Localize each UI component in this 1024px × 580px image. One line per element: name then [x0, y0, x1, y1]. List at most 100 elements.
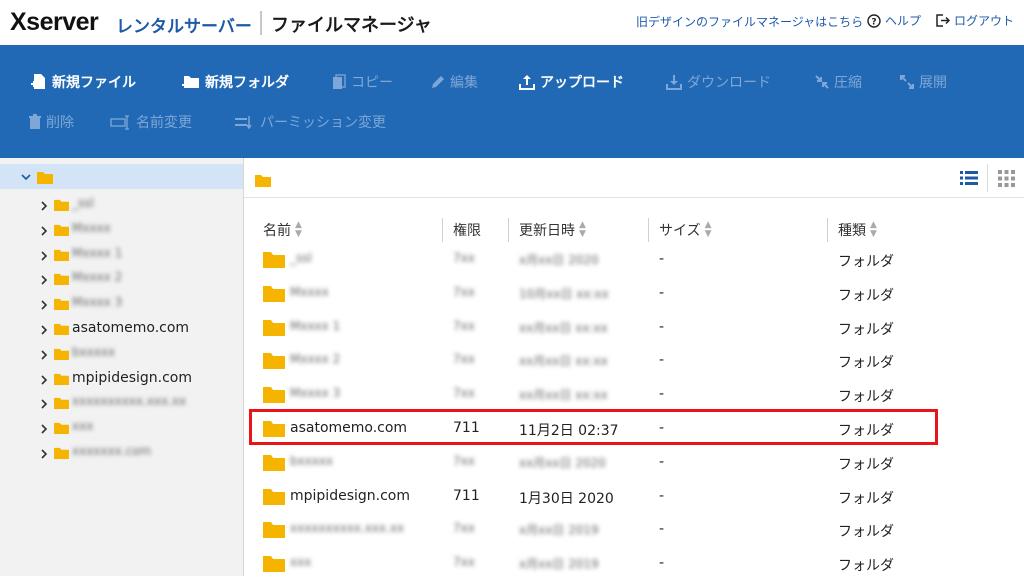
permission-button[interactable]: パーミッション変更	[234, 112, 386, 132]
table-row[interactable]: mpipidesign.com 711 1月30日 2020 - フォルダ	[244, 480, 1024, 513]
tree-item[interactable]: xxx	[0, 416, 243, 441]
sort-icon: ▲ ▼	[295, 220, 302, 239]
file-name[interactable]: Mxxxx 2	[290, 352, 340, 366]
chevron-right-icon[interactable]	[38, 374, 50, 386]
table-header: 名前 ▲ ▼ 権限 更新日時 ▲ ▼ サイズ ▲ ▼ 種類 ▲ ▼	[244, 218, 1024, 242]
tree-item[interactable]: _ssl	[0, 193, 243, 218]
tree-item[interactable]: bxxxxx	[0, 342, 243, 367]
col-perm-header[interactable]: 権限	[453, 220, 481, 240]
col-name-header[interactable]: 名前 ▲ ▼	[263, 220, 302, 240]
file-size: -	[659, 487, 665, 504]
file-modified: xx月xx日 xx:xx	[519, 320, 608, 335]
tree-item[interactable]: Mxxxx 3	[0, 292, 243, 317]
tree-item[interactable]: Mxxxx 1	[0, 243, 243, 268]
folder-icon	[54, 446, 69, 463]
folder-icon	[54, 198, 69, 215]
help-link[interactable]: ? ヘルプ	[866, 12, 921, 29]
column-divider	[442, 218, 443, 242]
chevron-right-icon[interactable]	[38, 274, 50, 286]
download-label: ダウンロード	[687, 75, 771, 91]
folder-icon	[263, 318, 285, 340]
new-file-icon	[31, 74, 45, 89]
tree-item[interactable]: mpipidesign.com	[0, 367, 243, 392]
download-icon	[666, 75, 682, 90]
col-type-header[interactable]: 種類 ▲ ▼	[838, 220, 877, 240]
col-size-header[interactable]: サイズ ▲ ▼	[659, 220, 712, 240]
file-modified: 10月xx日 xx:xx	[519, 286, 609, 301]
logout-link[interactable]: ログアウト	[935, 12, 1014, 29]
upload-button[interactable]: アップロード	[518, 72, 624, 92]
file-name[interactable]: Mxxxx 3	[290, 386, 340, 400]
file-permission: 7xx	[453, 352, 475, 367]
file-name[interactable]: _ssl	[290, 251, 312, 265]
edit-button[interactable]: 編集	[430, 72, 478, 92]
app-header: Xserver レンタルサーバー ファイルマネージャ 旧デザインのファイルマネー…	[0, 0, 1024, 45]
tree-item[interactable]: xxxxxxxxxx.xxx.xx	[0, 391, 243, 416]
file-name[interactable]: xxxxxxxxxx.xxx.xx	[290, 521, 404, 535]
tree-item[interactable]: Mxxxx	[0, 218, 243, 243]
list-view-button[interactable]	[951, 164, 987, 192]
download-button[interactable]: ダウンロード	[665, 72, 771, 92]
rename-label: 名前変更	[136, 115, 192, 131]
chevron-right-icon[interactable]	[38, 324, 50, 336]
chevron-right-icon[interactable]	[38, 200, 50, 212]
table-row[interactable]: _ssl 7xx x月xx日 2020 - フォルダ	[244, 243, 1024, 276]
col-date-header[interactable]: 更新日時 ▲ ▼	[519, 220, 586, 240]
table-row[interactable]: Mxxxx 1 7xx xx月xx日 xx:xx - フォルダ	[244, 311, 1024, 344]
col-name-label: 名前	[263, 223, 291, 239]
compress-label: 圧縮	[834, 75, 862, 91]
file-type: フォルダ	[838, 558, 894, 575]
chevron-right-icon[interactable]	[38, 448, 50, 460]
trash-icon	[29, 114, 41, 129]
sort-icon: ▲ ▼	[870, 220, 877, 239]
new-folder-button[interactable]: 新規フォルダ	[181, 72, 289, 92]
file-modified: xx月xx日 2020	[519, 455, 606, 470]
file-modified: x月xx日 2019	[519, 557, 599, 572]
table-row[interactable]: Mxxxx 2 7xx xx月xx日 xx:xx - フォルダ	[244, 344, 1024, 377]
chevron-right-icon[interactable]	[38, 349, 50, 361]
tree-root[interactable]	[0, 164, 243, 189]
table-row[interactable]: xxxxxxxxxx.xxx.xx 7xx x月xx日 2019 - フォルダ	[244, 513, 1024, 546]
view-toggle	[951, 164, 1024, 192]
chevron-down-icon[interactable]	[20, 171, 32, 183]
extract-icon	[900, 75, 914, 89]
extract-button[interactable]: 展開	[899, 72, 947, 92]
help-label: ヘルプ	[885, 14, 922, 28]
file-name[interactable]: Mxxxx	[290, 285, 329, 299]
delete-button[interactable]: 削除	[28, 112, 74, 132]
old-design-link[interactable]: 旧デザインのファイルマネージャはこちら	[636, 13, 863, 30]
tree-item-label: _ssl	[72, 196, 94, 210]
file-type: フォルダ	[838, 456, 894, 473]
grid-view-button[interactable]	[988, 164, 1024, 192]
folder-icon	[263, 351, 285, 373]
chevron-right-icon[interactable]	[38, 398, 50, 410]
tree-item-label: xxx	[72, 419, 94, 434]
path-bar	[244, 158, 1024, 198]
file-name[interactable]: Mxxxx 1	[290, 319, 340, 333]
tree-item[interactable]: Mxxxx 2	[0, 267, 243, 292]
tree-item[interactable]: asatomemo.com	[0, 317, 243, 342]
pencil-icon	[432, 76, 444, 88]
file-permission: 7xx	[453, 521, 475, 536]
chevron-right-icon[interactable]	[38, 423, 50, 435]
xserver-logo[interactable]: Xserver	[10, 8, 99, 37]
file-name[interactable]: mpipidesign.com	[290, 488, 410, 504]
chevron-right-icon[interactable]	[38, 250, 50, 262]
chevron-right-icon[interactable]	[38, 225, 50, 237]
table-row[interactable]: Mxxxx 7xx 10月xx日 xx:xx - フォルダ	[244, 277, 1024, 310]
table-row[interactable]: bxxxxx 7xx xx月xx日 2020 - フォルダ	[244, 446, 1024, 479]
file-modified: 1月30日 2020	[519, 490, 614, 507]
chevron-right-icon[interactable]	[38, 299, 50, 311]
help-icon: ?	[866, 13, 881, 28]
current-folder-icon[interactable]	[255, 172, 271, 191]
table-row[interactable]: Mxxxx 3 7xx xx月xx日 xx:xx - フォルダ	[244, 378, 1024, 411]
file-name[interactable]: xxx	[290, 555, 311, 569]
table-row[interactable]: xxx 7xx x月xx日 2019 - フォルダ	[244, 547, 1024, 580]
copy-button[interactable]: コピー	[331, 72, 393, 92]
new-file-button[interactable]: 新規ファイル	[30, 72, 136, 92]
file-modified: xx月xx日 xx:xx	[519, 354, 608, 369]
compress-button[interactable]: 圧縮	[814, 72, 862, 92]
file-name[interactable]: bxxxxx	[290, 454, 333, 468]
tree-item[interactable]: xxxxxxx.com	[0, 441, 243, 466]
rename-button[interactable]: 名前変更	[110, 112, 192, 132]
